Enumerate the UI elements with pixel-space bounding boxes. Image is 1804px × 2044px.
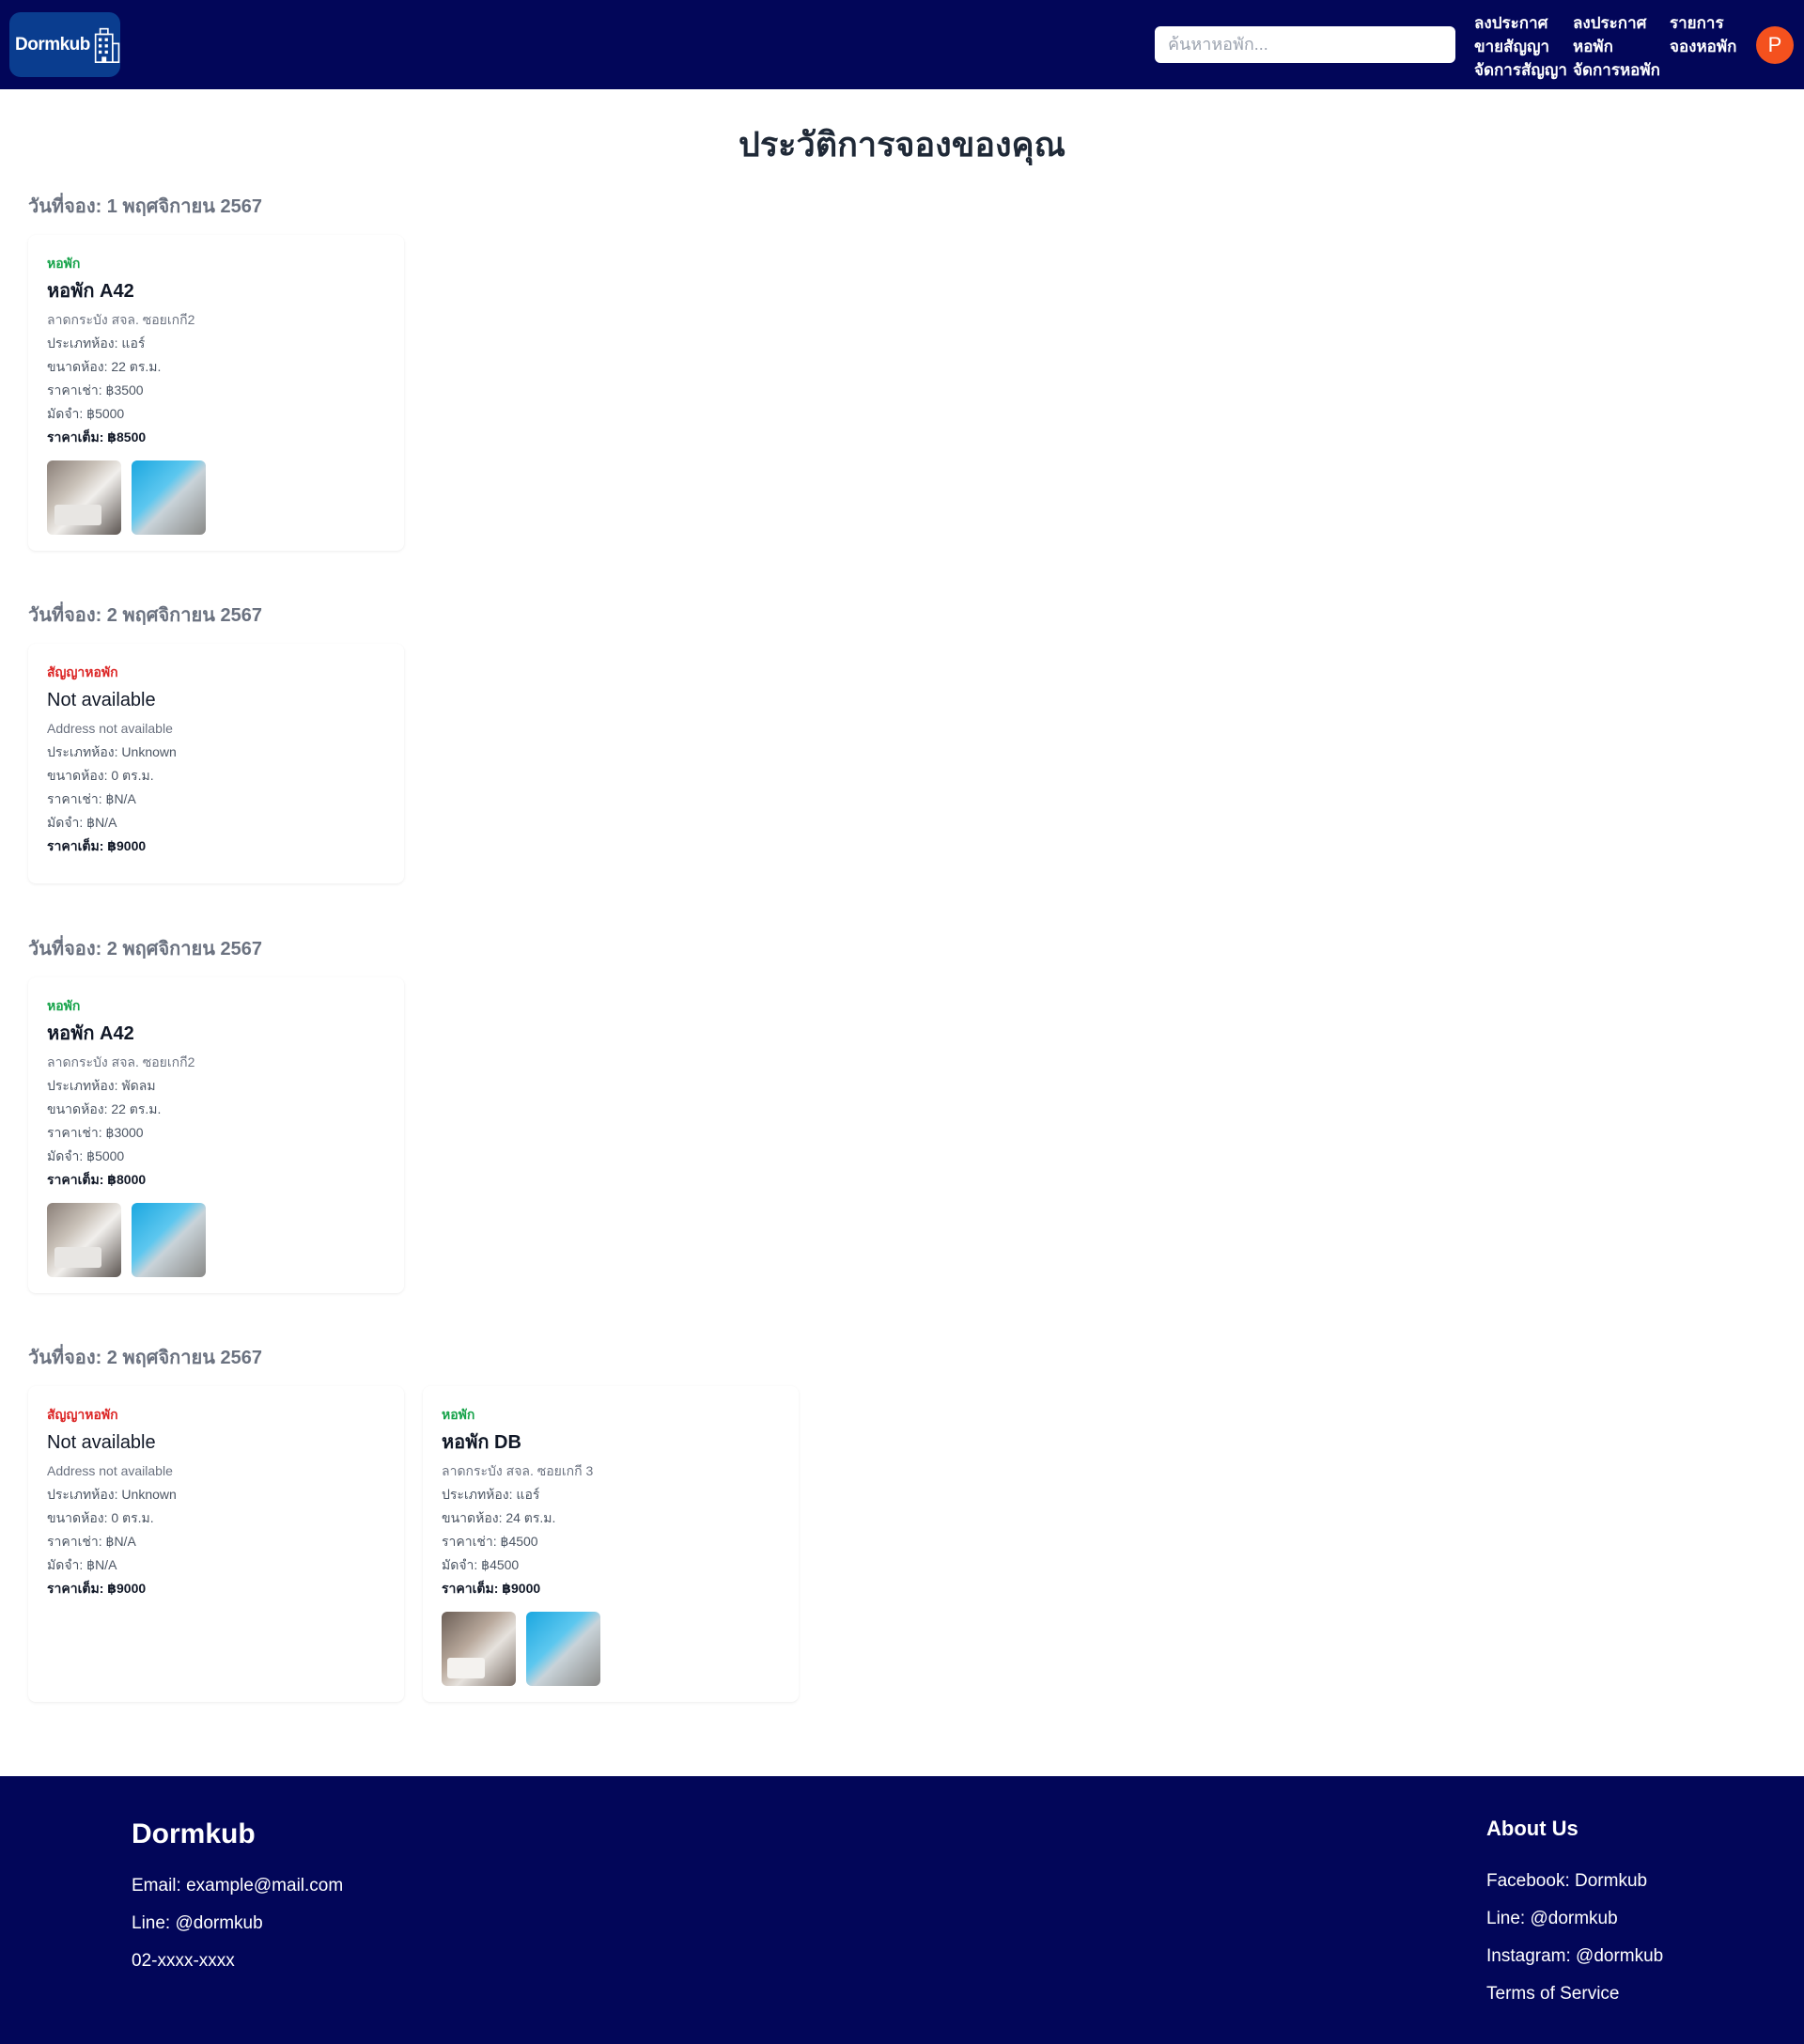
booking-date-heading: วันที่จอง: 2 พฤศจิกายน 2567 xyxy=(28,939,262,960)
booking-card[interactable]: หอพัก หอพัก DB ลาดกระบัง สจล. ซอยเกกี 3 … xyxy=(423,1386,799,1702)
booking-type-label: หอพัก xyxy=(47,998,81,1013)
room-photo[interactable] xyxy=(47,460,121,535)
booking-type-label: สัญญาหอพัก xyxy=(47,1407,118,1422)
search-input[interactable] xyxy=(1155,26,1455,63)
total-price: ราคาเต็ม: ฿9000 xyxy=(442,1581,541,1596)
room-type: ประเภทห้อง: แอร์ xyxy=(442,1487,540,1502)
photo-gallery xyxy=(47,460,385,535)
room-type: ประเภทห้อง: พัดลม xyxy=(47,1078,156,1093)
dorm-name: หอพัก A42 xyxy=(47,281,134,302)
building-photo[interactable] xyxy=(132,460,206,535)
dorm-address: ลาดกระบัง สจล. ซอยเกกี2 xyxy=(47,312,195,327)
user-avatar[interactable]: P xyxy=(1756,26,1794,64)
page-title: ประวัติการจองของคุณ xyxy=(738,125,1066,164)
brand-logo[interactable]: Dormkub xyxy=(9,12,120,77)
building-photo[interactable] xyxy=(526,1612,600,1686)
total-price: ราคาเต็ม: ฿9000 xyxy=(47,838,147,853)
room-size: ขนาดห้อง: 0 ตร.ม. xyxy=(47,1510,154,1525)
footer-facebook-link[interactable]: Facebook: Dormkub xyxy=(1486,1871,1647,1892)
footer-line-link[interactable]: Line: @dormkub xyxy=(1486,1909,1618,1929)
deposit-price: มัดจำ: ฿N/A xyxy=(47,1557,117,1572)
dorm-address: ลาดกระบัง สจล. ซอยเกกี2 xyxy=(47,1054,195,1069)
booking-card[interactable]: หอพัก หอพัก A42 ลาดกระบัง สจล. ซอยเกกี2 … xyxy=(28,977,404,1293)
top-navbar: Dormkub ลงประกาศ ขายสัญญา จัดการสัญญา ลง… xyxy=(0,0,1804,89)
rent-price: ราคาเช่า: ฿3000 xyxy=(47,1125,144,1140)
nav-booking-list[interactable]: รายการ จองหอพัก xyxy=(1670,11,1736,58)
photo-gallery xyxy=(47,1203,385,1277)
room-size: ขนาดห้อง: 22 ตร.ม. xyxy=(47,359,162,374)
footer-instagram-link[interactable]: Instagram: @dormkub xyxy=(1486,1946,1663,1967)
room-photo[interactable] xyxy=(47,1203,121,1277)
room-photo[interactable] xyxy=(442,1612,516,1686)
nav-sell-contract[interactable]: ลงประกาศ ขายสัญญา จัดการสัญญา xyxy=(1474,11,1567,82)
footer-about-title: About Us xyxy=(1486,1817,1578,1840)
dorm-name: หอพัก A42 xyxy=(47,1023,134,1044)
dorm-address: Address not available xyxy=(47,721,173,736)
dorm-address: Address not available xyxy=(47,1463,173,1478)
booking-type-label: สัญญาหอพัก xyxy=(47,664,118,679)
total-price: ราคาเต็ม: ฿8500 xyxy=(47,429,147,445)
deposit-price: มัดจำ: ฿5000 xyxy=(47,1148,125,1163)
deposit-price: มัดจำ: ฿4500 xyxy=(442,1557,520,1572)
booking-type-label: หอพัก xyxy=(47,256,81,271)
building-photo[interactable] xyxy=(132,1203,206,1277)
building-icon xyxy=(94,27,120,63)
dorm-name: Not available xyxy=(47,690,156,710)
dorm-address: ลาดกระบัง สจล. ซอยเกกี 3 xyxy=(442,1463,594,1478)
room-type: ประเภทห้อง: Unknown xyxy=(47,1487,177,1502)
total-price: ราคาเต็ม: ฿8000 xyxy=(47,1172,147,1187)
room-size: ขนาดห้อง: 22 ตร.ม. xyxy=(47,1101,162,1116)
booking-date-heading: วันที่จอง: 2 พฤศจิกายน 2567 xyxy=(28,605,262,626)
rent-price: ราคาเช่า: ฿N/A xyxy=(47,1534,136,1549)
dorm-name: Not available xyxy=(47,1432,156,1453)
nav-post-dorm[interactable]: ลงประกาศ หอพัก จัดการหอพัก xyxy=(1573,11,1660,82)
footer-line: Line: @dormkub xyxy=(132,1913,263,1933)
rent-price: ราคาเช่า: ฿4500 xyxy=(442,1534,538,1549)
room-type: ประเภทห้อง: Unknown xyxy=(47,744,177,759)
photo-gallery xyxy=(442,1612,780,1686)
room-size: ขนาดห้อง: 24 ตร.ม. xyxy=(442,1510,556,1525)
booking-type-label: หอพัก xyxy=(442,1407,475,1422)
total-price: ราคาเต็ม: ฿9000 xyxy=(47,1581,147,1596)
dorm-name: หอพัก DB xyxy=(442,1432,521,1453)
booking-card[interactable]: หอพัก หอพัก A42 ลาดกระบัง สจล. ซอยเกกี2 … xyxy=(28,235,404,551)
rent-price: ราคาเช่า: ฿N/A xyxy=(47,791,136,806)
deposit-price: มัดจำ: ฿N/A xyxy=(47,815,117,830)
room-type: ประเภทห้อง: แอร์ xyxy=(47,335,146,351)
rent-price: ราคาเช่า: ฿3500 xyxy=(47,382,144,398)
room-size: ขนาดห้อง: 0 ตร.ม. xyxy=(47,768,154,783)
footer: Dormkub Email: example@mail.com Line: @d… xyxy=(0,1776,1804,2044)
deposit-price: มัดจำ: ฿5000 xyxy=(47,406,125,421)
booking-date-heading: วันที่จอง: 1 พฤศจิกายน 2567 xyxy=(28,196,262,217)
footer-email: Email: example@mail.com xyxy=(132,1876,344,1896)
booking-card[interactable]: สัญญาหอพัก Not available Address not ava… xyxy=(28,1386,404,1702)
footer-terms-link[interactable]: Terms of Service xyxy=(1486,1984,1619,2005)
booking-card[interactable]: สัญญาหอพัก Not available Address not ava… xyxy=(28,644,404,883)
brand-name: Dormkub xyxy=(15,34,90,55)
footer-brand: Dormkub xyxy=(132,1818,256,1849)
booking-date-heading: วันที่จอง: 2 พฤศจิกายน 2567 xyxy=(28,1348,262,1368)
footer-phone: 02-xxxx-xxxx xyxy=(132,1951,235,1971)
